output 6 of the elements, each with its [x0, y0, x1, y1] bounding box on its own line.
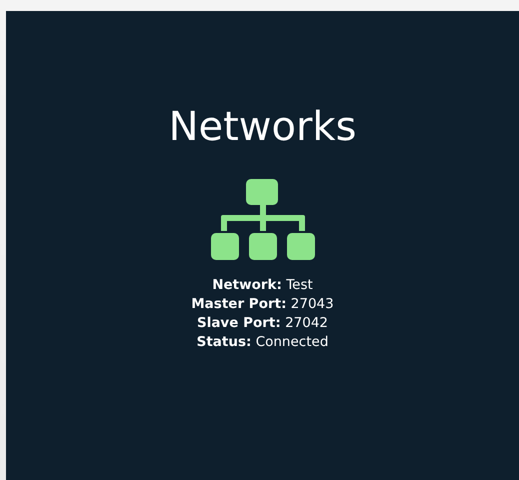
network-icon	[210, 179, 314, 260]
network-detail: Network: Test	[212, 276, 313, 294]
page-title: Networks	[168, 103, 356, 152]
network-detail: Master Port: 27043	[191, 295, 334, 313]
network-detail: Slave Port: 27042	[196, 314, 328, 332]
network-detail: Status: Connected	[196, 333, 328, 351]
